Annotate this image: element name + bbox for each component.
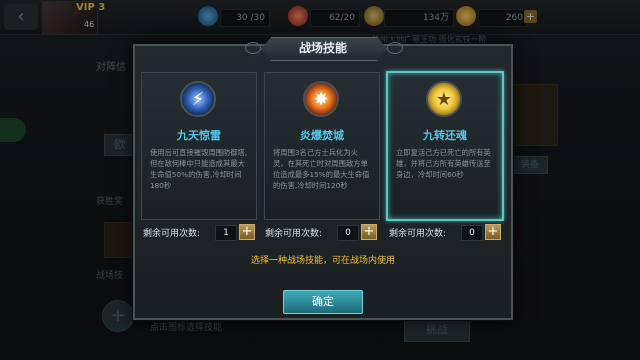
add-count-button[interactable]: +: [239, 224, 255, 240]
count-value: 0: [461, 225, 483, 241]
title-ornament-left: [245, 42, 261, 54]
confirm-button[interactable]: 确定: [283, 290, 363, 314]
skill-name: 炎爆焚城: [300, 129, 344, 142]
count-value: 1: [215, 225, 237, 241]
title-ornament-right: [387, 42, 403, 54]
add-count-button[interactable]: +: [485, 224, 501, 240]
thunder-icon: ⚡: [180, 81, 216, 117]
add-count-button[interactable]: +: [361, 224, 377, 240]
skill-count-row-thunder: 剩余可用次数: 1 +: [143, 224, 255, 242]
skill-name: 九转还魂: [423, 129, 467, 142]
skill-description: 立即复活己方已死亡的所有英雄，并将己方所有英雄传送至身边，冷却时间60秒: [396, 148, 491, 179]
count-label: 剩余可用次数:: [389, 229, 447, 239]
dialog-title: 战场技能: [298, 41, 347, 55]
skill-card-fire[interactable]: ✸ 炎爆焚城 将周围3名己方士兵化为火灵，在其死亡时对周围敌方单位造成最多15%…: [264, 72, 380, 220]
skill-description: 使用后可直接摧毁周围防御塔,但在敌何棒中只能造成其最大生命值50%的伤害,冷却时…: [150, 148, 248, 190]
revive-icon: ★: [426, 81, 462, 117]
count-label: 剩余可用次数:: [143, 229, 201, 239]
count-value: 0: [337, 225, 359, 241]
skill-description: 将周围3名己方士兵化为火灵，在其死亡时对周围敌方单位造成最多15%的最大生命值的…: [273, 148, 370, 190]
skill-count-row-revive: 剩余可用次数: 0 +: [389, 224, 501, 242]
instruction-text: 选择一种战场技能，可在战场内使用: [250, 256, 395, 266]
skill-card-revive[interactable]: ★ 九转还魂 立即复活己方已死亡的所有英雄，并将己方所有英雄传送至身边，冷却时间…: [386, 71, 504, 221]
count-label: 剩余可用次数:: [265, 229, 323, 239]
skill-name: 九天惊雷: [177, 129, 221, 142]
explosion-icon: ✸: [303, 81, 339, 117]
skill-card-thunder[interactable]: ⚡ 九天惊雷 使用后可直接摧毁周围防御塔,但在敌何棒中只能造成其最大生命值50%…: [141, 72, 257, 220]
skill-count-row-fire: 剩余可用次数: 0 +: [265, 224, 377, 242]
battle-skill-dialog: 战场技能 ⚡ 九天惊雷 使用后可直接摧毁周围防御塔,但在敌何棒中只能造成其最大生…: [133, 37, 513, 320]
